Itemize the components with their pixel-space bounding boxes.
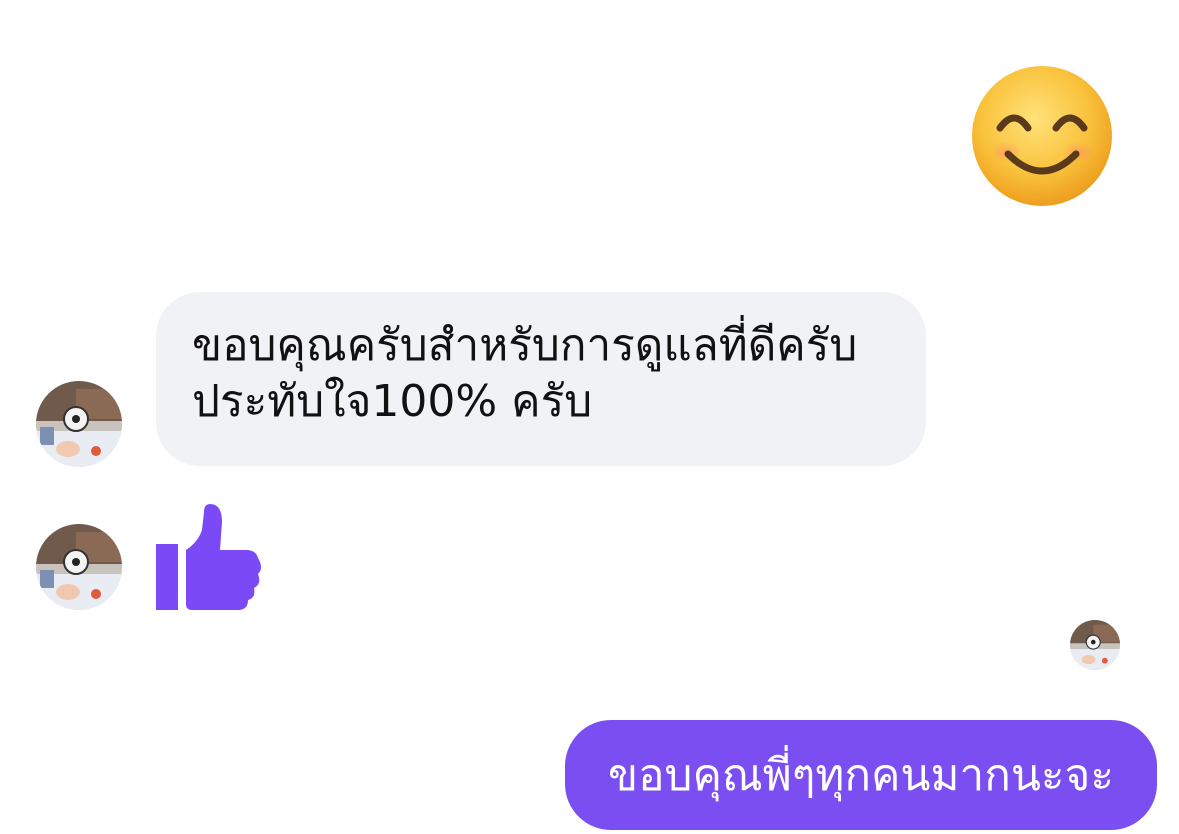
chat-thread: ขอบคุณครับสำหรับการดูแลที่ดีครับ ประทับใ…	[0, 0, 1179, 834]
thumbs-up-icon[interactable]	[152, 500, 262, 612]
outgoing-message-bubble[interactable]: ขอบคุณพี่ๆทุกคนมากนะจะ	[565, 720, 1157, 830]
message-text-line: ประทับใจ100% ครับ	[192, 376, 593, 427]
smiling-face-emoji-icon[interactable]	[968, 62, 1116, 210]
message-text: ขอบคุณพี่ๆทุกคนมากนะจะ	[608, 750, 1114, 801]
incoming-message-bubble[interactable]: ขอบคุณครับสำหรับการดูแลที่ดีครับ ประทับใ…	[156, 292, 926, 466]
sender-avatar[interactable]	[36, 381, 122, 467]
read-receipt-avatar	[1070, 620, 1120, 670]
sender-avatar[interactable]	[36, 524, 122, 610]
message-text-line: ขอบคุณครับสำหรับการดูแลที่ดีครับ	[192, 320, 858, 371]
